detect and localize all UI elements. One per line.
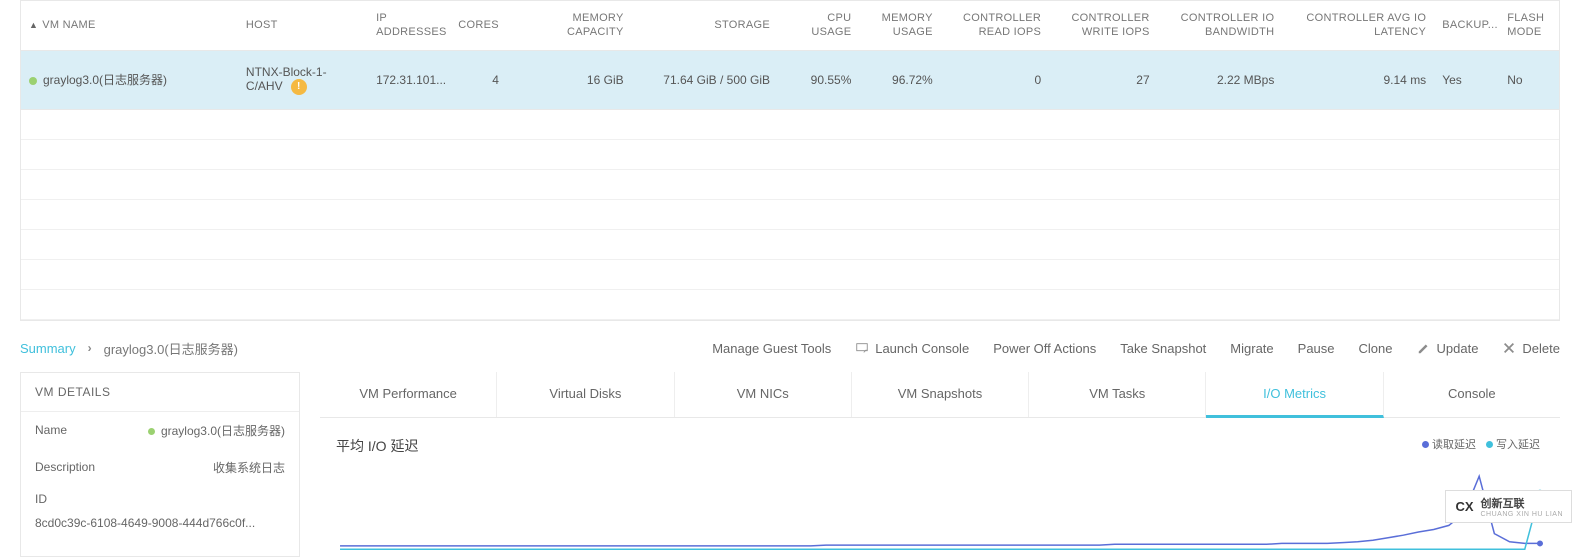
vm-detail-id-value: 8cd0c39c-6108-4649-9008-444d766c0f... [21, 516, 299, 540]
cell-memory: 16 GiB [507, 50, 632, 109]
empty-row [21, 289, 1559, 319]
legend-read-label: 读取延迟 [1432, 439, 1476, 451]
power-off-action[interactable]: Power Off Actions [993, 341, 1096, 356]
io-latency-chart [336, 464, 1544, 554]
vm-detail-name-value: graylog3.0(日志服务器) [161, 424, 285, 438]
vm-detail-name-label: Name [35, 423, 67, 437]
tab-vm-nics[interactable]: VM NICs [675, 372, 852, 417]
legend-write-dot-icon [1486, 441, 1493, 448]
col-mem-usage[interactable]: MEMORY USAGE [859, 1, 940, 50]
cell-read-iops: 0 [941, 50, 1049, 109]
cell-ip: 172.31.101... [368, 50, 444, 109]
watermark-logo-icon: CX [1454, 497, 1474, 517]
vm-actions-bar: Manage Guest Tools Launch Console Power … [712, 341, 1560, 356]
launch-console-action[interactable]: Launch Console [855, 341, 969, 356]
col-flash[interactable]: FLASH MODE [1499, 1, 1559, 50]
empty-row [21, 109, 1559, 139]
col-vm-name[interactable]: ▲VM NAME [21, 1, 238, 50]
tab-vm-snapshots[interactable]: VM Snapshots [852, 372, 1029, 417]
status-dot-icon [148, 428, 155, 435]
cell-storage: 71.64 GiB / 500 GiB [632, 50, 778, 109]
watermark: CX 创新互联 CHUANG XIN HU LIAN [1445, 490, 1572, 523]
status-dot-icon [29, 77, 37, 85]
empty-row [21, 259, 1559, 289]
cell-io-lat: 9.14 ms [1282, 50, 1434, 109]
update-action[interactable]: Update [1417, 341, 1479, 356]
watermark-cn: 创新互联 [1480, 498, 1524, 510]
tab-io-metrics[interactable]: I/O Metrics [1206, 372, 1383, 418]
console-icon [855, 341, 869, 355]
vm-detail-desc-label: Description [35, 460, 95, 474]
col-backup[interactable]: BACKUP... [1434, 1, 1499, 50]
col-io-bw[interactable]: CONTROLLER IO BANDWIDTH [1158, 1, 1283, 50]
vm-table: ▲VM NAME HOST IP ADDRESSES CORES MEMORY … [20, 0, 1560, 321]
table-row[interactable]: graylog3.0(日志服务器) NTNX-Block-1-C/AHV! 17… [21, 50, 1559, 109]
tab-vm-performance[interactable]: VM Performance [320, 372, 497, 417]
empty-row [21, 199, 1559, 229]
table-header: ▲VM NAME HOST IP ADDRESSES CORES MEMORY … [21, 1, 1559, 50]
breadcrumb-summary-link[interactable]: Summary [20, 341, 76, 356]
manage-guest-tools-action[interactable]: Manage Guest Tools [712, 341, 831, 356]
pause-action[interactable]: Pause [1298, 341, 1335, 356]
cell-backup: Yes [1434, 50, 1499, 109]
empty-row [21, 169, 1559, 199]
cell-vm-name: graylog3.0(日志服务器) [43, 73, 167, 87]
breadcrumb-current: graylog3.0(日志服务器) [104, 339, 238, 358]
cell-mem-usage: 96.72% [859, 50, 940, 109]
tab-vm-tasks[interactable]: VM Tasks [1029, 372, 1206, 417]
col-write-iops[interactable]: CONTROLLER WRITE IOPS [1049, 1, 1157, 50]
tab-console[interactable]: Console [1384, 372, 1560, 417]
warning-icon: ! [291, 79, 307, 95]
vm-details-panel: VM DETAILS Name graylog3.0(日志服务器) Descri… [20, 372, 300, 557]
x-icon [1502, 341, 1516, 355]
vm-details-header: VM DETAILS [21, 373, 299, 412]
vm-detail-desc-value: 收集系统日志 [213, 459, 285, 476]
chart-title: 平均 I/O 延迟 [336, 436, 1544, 456]
empty-row [21, 229, 1559, 259]
cell-flash: No [1499, 50, 1559, 109]
col-cores[interactable]: CORES [444, 1, 507, 50]
col-read-iops[interactable]: CONTROLLER READ IOPS [941, 1, 1049, 50]
chart-area: 平均 I/O 延迟 读取延迟 写入延迟 [320, 418, 1560, 557]
cell-cores: 4 [444, 50, 507, 109]
watermark-en: CHUANG XIN HU LIAN [1480, 511, 1563, 518]
take-snapshot-action[interactable]: Take Snapshot [1120, 341, 1206, 356]
sort-asc-icon: ▲ [29, 20, 38, 32]
chart-legend: 读取延迟 写入延迟 [1422, 436, 1540, 452]
clone-action[interactable]: Clone [1359, 341, 1393, 356]
metrics-panel: VM Performance Virtual Disks VM NICs VM … [320, 372, 1560, 557]
cell-cpu-usage: 90.55% [778, 50, 859, 109]
vm-tabs: VM Performance Virtual Disks VM NICs VM … [320, 372, 1560, 418]
col-memory[interactable]: MEMORY CAPACITY [507, 1, 632, 50]
empty-row [21, 139, 1559, 169]
col-host[interactable]: HOST [238, 1, 368, 50]
legend-write-label: 写入延迟 [1496, 439, 1540, 451]
col-cpu-usage[interactable]: CPU USAGE [778, 1, 859, 50]
chevron-right-icon: › [88, 341, 92, 355]
tab-virtual-disks[interactable]: Virtual Disks [497, 372, 674, 417]
cell-io-bw: 2.22 MBps [1158, 50, 1283, 109]
cell-write-iops: 27 [1049, 50, 1157, 109]
col-storage[interactable]: STORAGE [632, 1, 778, 50]
cell-host: NTNX-Block-1-C/AHV [246, 65, 327, 93]
delete-action[interactable]: Delete [1502, 341, 1560, 356]
pencil-icon [1417, 341, 1431, 355]
migrate-action[interactable]: Migrate [1230, 341, 1273, 356]
breadcrumb: Summary › graylog3.0(日志服务器) [20, 339, 238, 358]
legend-read-dot-icon [1422, 441, 1429, 448]
col-ip[interactable]: IP ADDRESSES [368, 1, 444, 50]
col-io-lat[interactable]: CONTROLLER AVG IO LATENCY [1282, 1, 1434, 50]
vm-detail-id-label: ID [21, 486, 299, 516]
